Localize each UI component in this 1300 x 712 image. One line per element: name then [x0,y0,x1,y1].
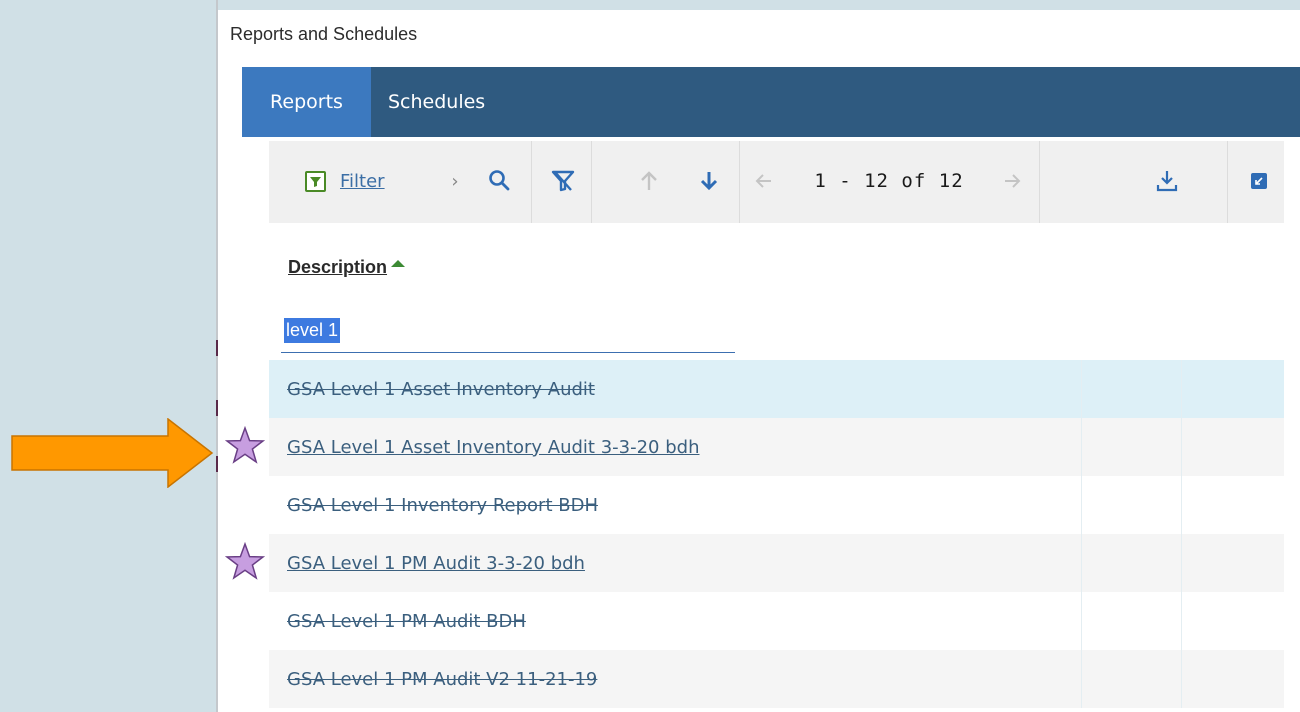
column-divider [1081,592,1082,650]
reports-panel: Reports and Schedules Reports Schedules … [218,10,1300,712]
column-header-description[interactable]: Description [288,257,406,278]
column-divider [1081,650,1082,708]
column-divider [1181,534,1182,592]
report-link[interactable]: GSA Level 1 Inventory Report BDH [287,495,598,516]
filter-input-value: level 1 [284,318,341,343]
previous-page-icon[interactable] [749,163,779,199]
report-link[interactable]: GSA Level 1 PM Audit BDH [287,611,526,632]
tab-bar: Reports Schedules [242,67,1300,137]
tab-reports[interactable]: Reports [242,67,371,137]
chevron-right-icon[interactable]: › [445,163,465,199]
column-header-label: Description [288,257,388,277]
column-divider [1081,534,1082,592]
sort-ascending-icon [391,260,406,267]
filter-icon [305,170,326,192]
pager-count: 1 - 12 of 12 [789,163,989,199]
column-divider [1081,360,1082,418]
column-divider [1181,418,1182,476]
description-filter-input[interactable]: level 1 [281,312,735,353]
pager-text: 1 - 12 of 12 [814,170,964,192]
report-link[interactable]: GSA Level 1 PM Audit V2 11-21-19 [287,669,597,690]
star-icon [225,542,265,580]
report-link[interactable]: GSA Level 1 Asset Inventory Audit [287,379,595,400]
left-background [0,0,216,712]
filter-button[interactable]: Filter [305,163,455,199]
annotation-arrow-icon [11,418,214,488]
table-row[interactable]: GSA Level 1 PM Audit 3-3-20 bdh [269,534,1284,592]
filter-label: Filter [340,170,385,192]
star-icon [225,426,265,464]
table-row[interactable]: GSA Level 1 Asset Inventory Audit [269,360,1284,418]
table-row[interactable]: GSA Level 1 PM Audit BDH [269,592,1284,650]
report-link[interactable]: GSA Level 1 PM Audit 3-3-20 bdh [287,553,585,574]
table-toolbar: Filter › 1 - 12 of 12 [269,141,1284,223]
column-divider [1181,650,1182,708]
arrow-down-icon[interactable] [691,163,727,199]
clear-filter-icon[interactable] [545,163,581,199]
download-icon[interactable] [1149,163,1185,199]
collapse-icon[interactable] [1244,163,1274,199]
column-divider [1081,418,1082,476]
report-link[interactable]: GSA Level 1 Asset Inventory Audit 3-3-20… [287,437,699,458]
arrow-up-icon[interactable] [631,163,667,199]
column-divider [1181,592,1182,650]
tab-schedules-label: Schedules [388,91,486,113]
search-icon[interactable] [481,163,517,199]
column-divider [1081,476,1082,534]
next-page-icon[interactable] [997,163,1027,199]
page-title: Reports and Schedules [230,24,418,44]
tab-schedules[interactable]: Schedules [388,67,485,137]
tab-reports-label: Reports [270,91,343,113]
table-row[interactable]: GSA Level 1 Inventory Report BDH [269,476,1284,534]
column-divider [1181,476,1182,534]
table-row[interactable]: GSA Level 1 PM Audit V2 11-21-19 [269,650,1284,708]
table-row[interactable]: GSA Level 1 Asset Inventory Audit 3-3-20… [269,418,1284,476]
column-divider [1181,360,1182,418]
